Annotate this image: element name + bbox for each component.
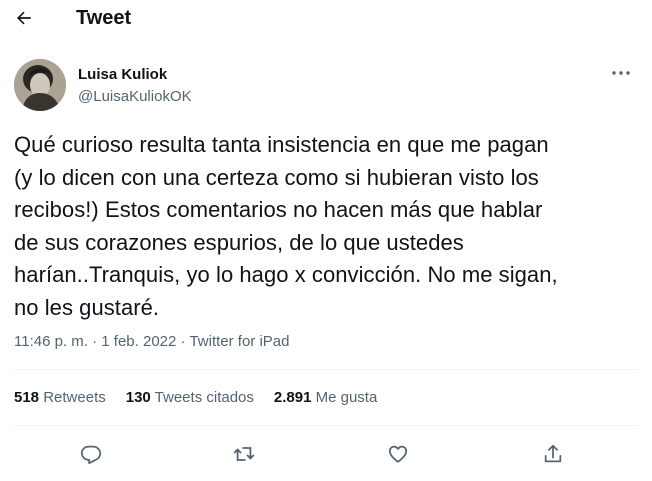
avatar[interactable] — [14, 59, 66, 111]
share-button[interactable] — [539, 440, 567, 468]
tweet-actions — [0, 440, 652, 468]
quotes-label: Tweets citados — [154, 389, 254, 406]
retweet-button[interactable] — [230, 440, 258, 468]
tweet-source[interactable]: Twitter for iPad — [189, 333, 289, 350]
likes-count: 2.891 — [273, 389, 312, 406]
likes-stat[interactable]: 2.891 Me gusta — [274, 389, 377, 407]
retweet-icon — [233, 446, 255, 462]
retweets-label: Retweets — [43, 389, 106, 406]
heart-icon — [388, 445, 408, 463]
avatar-image — [14, 59, 66, 111]
likes-label: Me gusta — [315, 389, 378, 406]
tweet-date[interactable]: 1 feb. 2022 — [101, 333, 176, 350]
tweet-stats: 518 Retweets 130 Tweets citados 2.891 Me… — [14, 389, 397, 407]
like-button[interactable] — [384, 440, 412, 468]
tweet-time[interactable]: 11:46 p. m. — [14, 333, 88, 350]
more-horizontal-icon — [612, 71, 630, 75]
quotes-stat[interactable]: 130 Tweets citados — [126, 389, 254, 407]
author-name[interactable]: Luisa Kuliok — [78, 66, 167, 84]
tweet-page: Tweet Luisa Kuliok @LuisaKuliokOK Qué cu… — [0, 0, 652, 481]
arrow-left-icon — [17, 11, 31, 25]
meta-separator: · — [180, 333, 186, 350]
header: Tweet — [0, 0, 652, 36]
page-title: Tweet — [76, 7, 132, 29]
divider — [14, 369, 638, 370]
retweets-stat[interactable]: 518 Retweets — [14, 389, 106, 407]
meta-separator: · — [92, 333, 98, 350]
tweet-text: Qué curioso resulta tanta insistencia en… — [14, 132, 558, 320]
author-handle[interactable]: @LuisaKuliokOK — [78, 88, 192, 106]
back-button[interactable] — [10, 5, 38, 31]
reply-icon — [80, 445, 102, 465]
quotes-count: 130 — [125, 389, 151, 406]
divider — [14, 425, 638, 426]
share-icon — [544, 444, 562, 463]
more-options-button[interactable] — [608, 62, 634, 84]
tweet-meta: 11:46 p. m. · 1 feb. 2022 · Twitter for … — [14, 333, 289, 351]
reply-button[interactable] — [77, 440, 105, 468]
retweets-count: 518 — [14, 389, 40, 406]
